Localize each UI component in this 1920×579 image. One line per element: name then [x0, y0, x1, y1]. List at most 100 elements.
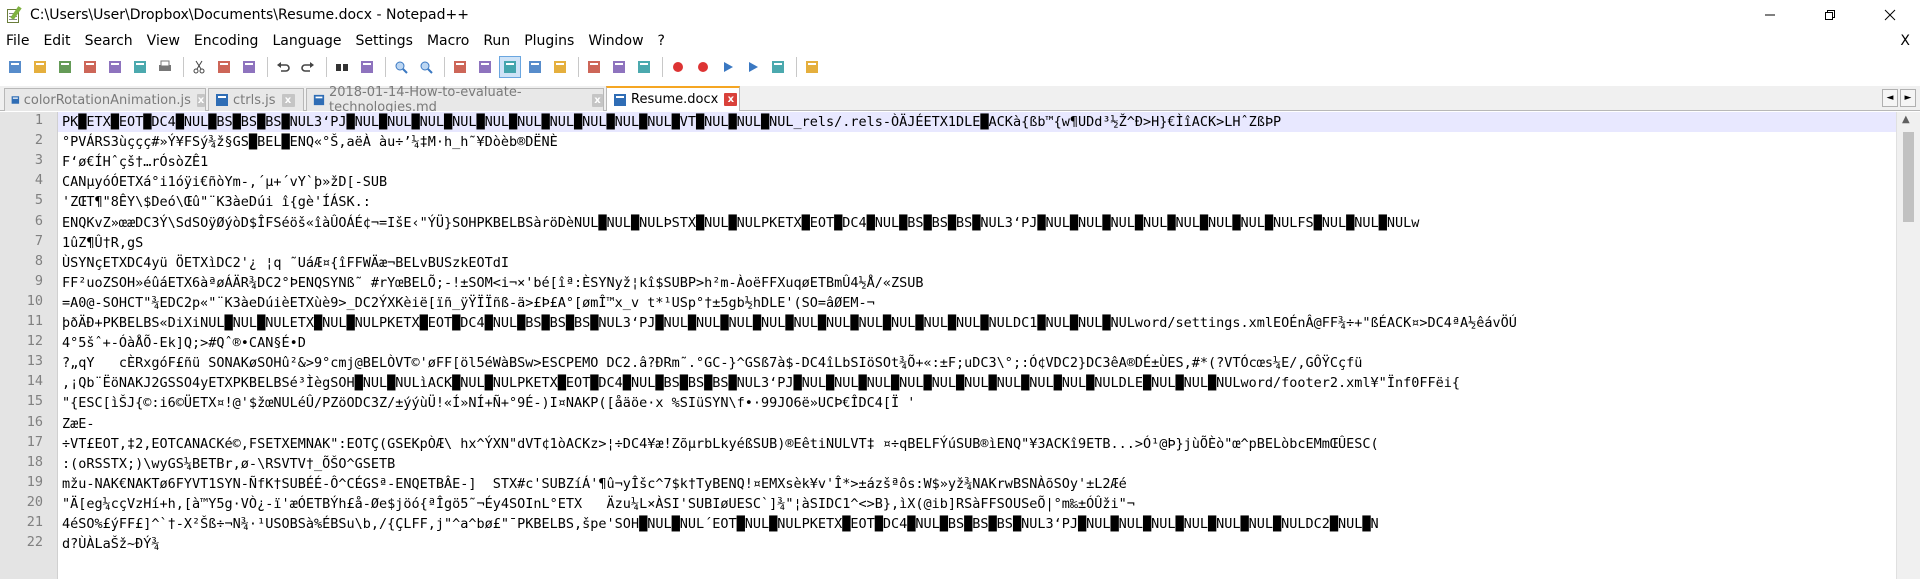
minimize-icon: [1765, 14, 1775, 16]
menu-plugins[interactable]: Plugins: [517, 30, 581, 52]
tab-colorRotationAnimation[interactable]: colorRotationAnimation.js x: [4, 88, 206, 111]
maximize-button[interactable]: [1800, 0, 1860, 30]
code-line[interactable]: 1ûZ¶Û†R,gS: [62, 233, 143, 253]
editor[interactable]: 1 2 3 4 5 6 7 8 9 10 11 12 13 14 15 16 17 18 19 20 21 22 PK█E…: [0, 112, 1920, 579]
print-button[interactable]: [154, 56, 176, 78]
open-file-button[interactable]: [29, 56, 51, 78]
line-number: 3: [34, 152, 43, 169]
code-line[interactable]: 4°5šˆ+-ÓàÅÕ-Ek]Q;>#Qˆ®•CAN§É•D: [62, 333, 306, 353]
tab-resume[interactable]: Resume.docx x: [606, 86, 740, 111]
function-list-button[interactable]: [608, 56, 630, 78]
tab-scroll-right-button[interactable]: ►: [1900, 89, 1916, 107]
toolbar-separator: [385, 57, 386, 77]
code-line[interactable]: PK█ETX█EOT█DC4█NUL█BS█BS█BS█NUL3‘PJ█NUL█…: [58, 112, 1896, 132]
monitor-button[interactable]: [801, 56, 823, 78]
code-line[interactable]: :(oRSSTX;)\wyGS¼BETBr,ø-\RSVTV†_ÕŠO^GSET…: [62, 454, 395, 474]
close-button[interactable]: [104, 56, 126, 78]
zoom-out-button[interactable]: [415, 56, 437, 78]
menu-search[interactable]: Search: [78, 30, 140, 52]
replace-button[interactable]: [356, 56, 378, 78]
code-line[interactable]: CANµyóÓETXá°i1óÿi€ñòYm-,´µ+´vY`þ»žD[-SUB: [62, 172, 387, 192]
find-icon: [336, 64, 348, 71]
code-line[interactable]: 'ZŒT¶"8ÊY\$Deó\Œû"¨K3àeDúi î{gè'ÍÁSK.:: [62, 192, 371, 212]
close-document-button[interactable]: X: [1900, 30, 1910, 52]
undo-button[interactable]: [272, 56, 294, 78]
show-all-chars-button[interactable]: [524, 56, 546, 78]
code-line[interactable]: °PVÁRS3ùççç#»Ý¥FSý¾ž§GS█BEL█ENQ«°Š,aëÀ à…: [62, 132, 558, 152]
word-wrap-button[interactable]: [499, 56, 521, 78]
tab-close-icon[interactable]: x: [196, 93, 205, 107]
minimize-button[interactable]: [1740, 0, 1800, 30]
play-multiple-button[interactable]: [742, 56, 764, 78]
code-line[interactable]: "{ESC[ìŠJ{©:i6©ÜETX¤!@'$žœNULéÛ/PZöODC3Z…: [62, 393, 915, 413]
sync-horizontal-icon: [479, 61, 491, 73]
code-line[interactable]: FF²uoZSOH»éûáETX6àªøÁÄR¾DC2°ÞENQSYNß˜ #r…: [62, 273, 924, 293]
menu-edit[interactable]: Edit: [36, 30, 77, 52]
menu-file[interactable]: File: [0, 30, 36, 52]
play-macro-button[interactable]: [717, 56, 739, 78]
code-line[interactable]: ZæE-: [62, 414, 95, 434]
code-line[interactable]: mžu-NAK€NAKTø6FYVT1SYN-ÑfK†SUBÉÉ-Ô^CÉGSª…: [62, 474, 1127, 494]
md-file-icon: [313, 94, 325, 106]
record-macro-button[interactable]: [667, 56, 689, 78]
close-all-button[interactable]: [129, 56, 151, 78]
stop-record-button[interactable]: [692, 56, 714, 78]
copy-button[interactable]: [213, 56, 235, 78]
menu-encoding[interactable]: Encoding: [187, 30, 266, 52]
close-window-button[interactable]: [1860, 0, 1920, 30]
indent-guide-button[interactable]: [549, 56, 571, 78]
menu-window[interactable]: Window: [581, 30, 650, 52]
code-line[interactable]: =A0@-SOHCT"¾EDC2p«"¨K3àeDúièETXùè9>_DC2Ý…: [62, 293, 875, 313]
undo-icon: [277, 62, 290, 72]
vertical-scrollbar[interactable]: ▲: [1896, 112, 1920, 579]
stop-record-icon: [698, 62, 708, 72]
find-button[interactable]: [331, 56, 353, 78]
tab-close-icon[interactable]: x: [724, 93, 738, 106]
menu-run[interactable]: Run: [476, 30, 517, 52]
play-macro-icon: [724, 62, 733, 72]
code-line[interactable]: 4éSO%£ýFF£]^`†-X²Šß÷¬N¾·¹USOBSà%ÉBSu\b,/…: [62, 514, 1379, 534]
save-button[interactable]: [54, 56, 76, 78]
tab-close-icon[interactable]: x: [591, 93, 603, 107]
tab-ctrls[interactable]: ctrls.js x: [208, 88, 304, 111]
code-line[interactable]: ?„qY cÈRxgóF£ñü SONAKøSOHû²&>9°cmj@BELÒV…: [62, 353, 1362, 373]
menu-language[interactable]: Language: [265, 30, 348, 52]
paste-button[interactable]: [238, 56, 260, 78]
line-number: 12: [26, 333, 43, 350]
code-line[interactable]: ENQKvZ»œæDC3Ý\SdSOÿØýòD$ÎFSéöš«îàÛOÁÉ¢¬=…: [62, 213, 1419, 233]
code-line[interactable]: F‘ø€ÍHˆçš†…rÓsòZÊ1: [62, 152, 208, 172]
menu-help[interactable]: ?: [651, 30, 672, 52]
code-line[interactable]: d?ÙÀLaŠž~ÐÝ¾: [62, 534, 160, 554]
line-number: 7: [34, 232, 43, 249]
sync-horizontal-button[interactable]: [474, 56, 496, 78]
scrollbar-thumb[interactable]: [1903, 132, 1914, 222]
code-line[interactable]: ÙSYNçETXDC4yü ÖETXìDC2'¿ ¦q ˜UáÆ¤{îFFWÄæ…: [62, 253, 509, 273]
save-all-button[interactable]: [79, 56, 101, 78]
line-number: 19: [26, 473, 43, 490]
sync-vertical-button[interactable]: [449, 56, 471, 78]
folder-workspace-button[interactable]: [633, 56, 655, 78]
line-number: 4: [34, 172, 43, 189]
tab-close-icon[interactable]: x: [281, 93, 295, 107]
code-line[interactable]: "Ä[eg¼cçVzHí+h,[à™Y5g·VÒ¿-ï'æÓETBÝh£å-Øe…: [62, 494, 1135, 514]
cut-button[interactable]: [188, 56, 210, 78]
menu-macro[interactable]: Macro: [420, 30, 476, 52]
code-line[interactable]: ÷VT£EOT,‡2,EOTCANACKé©,FSETXEMNAK":EOTÇ(…: [62, 434, 1379, 454]
code-line[interactable]: þðÄÐ+PKBELBS«DiXiNUL█NUL█NULETX█NUL█NULP…: [62, 313, 1517, 333]
new-file-icon: [9, 61, 21, 73]
menu-settings[interactable]: Settings: [349, 30, 420, 52]
menu-view[interactable]: View: [140, 30, 187, 52]
code-area[interactable]: PK█ETX█EOT█DC4█NUL█BS█BS█BS█NUL3‘PJ█NUL█…: [58, 112, 1896, 579]
cut-icon: [193, 60, 205, 74]
zoom-in-button[interactable]: [390, 56, 412, 78]
toolbar-separator: [578, 57, 579, 77]
redo-button[interactable]: [297, 56, 319, 78]
tab-evaluate-technologies[interactable]: 2018-01-14-How-to-evaluate-technologies.…: [306, 85, 604, 115]
tab-scroll-left-button[interactable]: ◄: [1882, 89, 1898, 107]
new-file-button[interactable]: [4, 56, 26, 78]
redo-icon: [301, 62, 314, 72]
doc-map-button[interactable]: [583, 56, 605, 78]
code-line[interactable]: ,¡Qb¨ËöNAKJ2GSSO4yETXPKBELBSé³ÌègSOH█NUL…: [62, 373, 1460, 393]
save-macro-button[interactable]: [767, 56, 789, 78]
scroll-up-arrow-icon[interactable]: ▲: [1902, 114, 1910, 125]
